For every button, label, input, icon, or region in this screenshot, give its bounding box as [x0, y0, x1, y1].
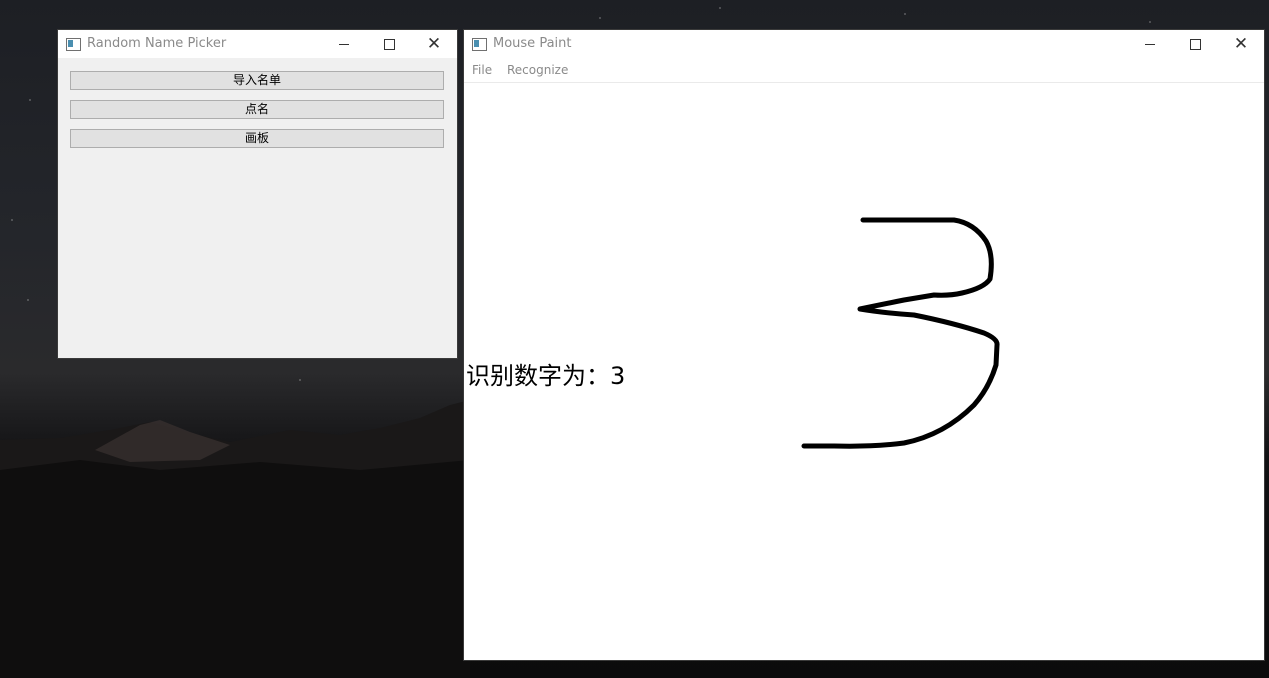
title-bar[interactable]: Mouse Paint ✕: [464, 30, 1264, 58]
close-icon: ✕: [426, 33, 442, 54]
minimize-button[interactable]: [1127, 30, 1173, 58]
window-title: Mouse Paint: [493, 36, 572, 51]
window-title: Random Name Picker: [87, 36, 227, 51]
import-list-button[interactable]: 导入名单: [70, 71, 444, 90]
close-icon: ✕: [1233, 33, 1249, 54]
minimize-icon: [339, 43, 349, 45]
maximize-icon: [1189, 38, 1201, 50]
drawing-canvas[interactable]: 识别数字为：3: [464, 83, 1264, 660]
stroke-path: [801, 217, 1000, 449]
close-button[interactable]: ✕: [1218, 30, 1264, 58]
digit-stroke: [801, 217, 1000, 449]
roll-call-button[interactable]: 点名: [70, 100, 444, 119]
drawing-board-button[interactable]: 画板: [70, 129, 444, 148]
mouse-paint-window: Mouse Paint ✕ File Recognize 识别数字为：3: [464, 30, 1264, 660]
random-name-picker-window: Random Name Picker ✕ 导入名单 点名 画板: [58, 30, 457, 358]
minimize-button[interactable]: [321, 30, 367, 58]
menu-recognize[interactable]: Recognize: [507, 63, 568, 77]
maximize-icon: [383, 38, 395, 50]
maximize-button[interactable]: [366, 30, 412, 58]
close-button[interactable]: ✕: [411, 30, 457, 58]
app-icon: [472, 38, 487, 51]
maximize-button[interactable]: [1172, 30, 1218, 58]
app-icon: [66, 38, 81, 51]
menu-bar: File Recognize: [464, 58, 1264, 83]
menu-file[interactable]: File: [472, 63, 492, 77]
title-bar[interactable]: Random Name Picker ✕: [58, 30, 457, 58]
minimize-icon: [1145, 43, 1155, 45]
